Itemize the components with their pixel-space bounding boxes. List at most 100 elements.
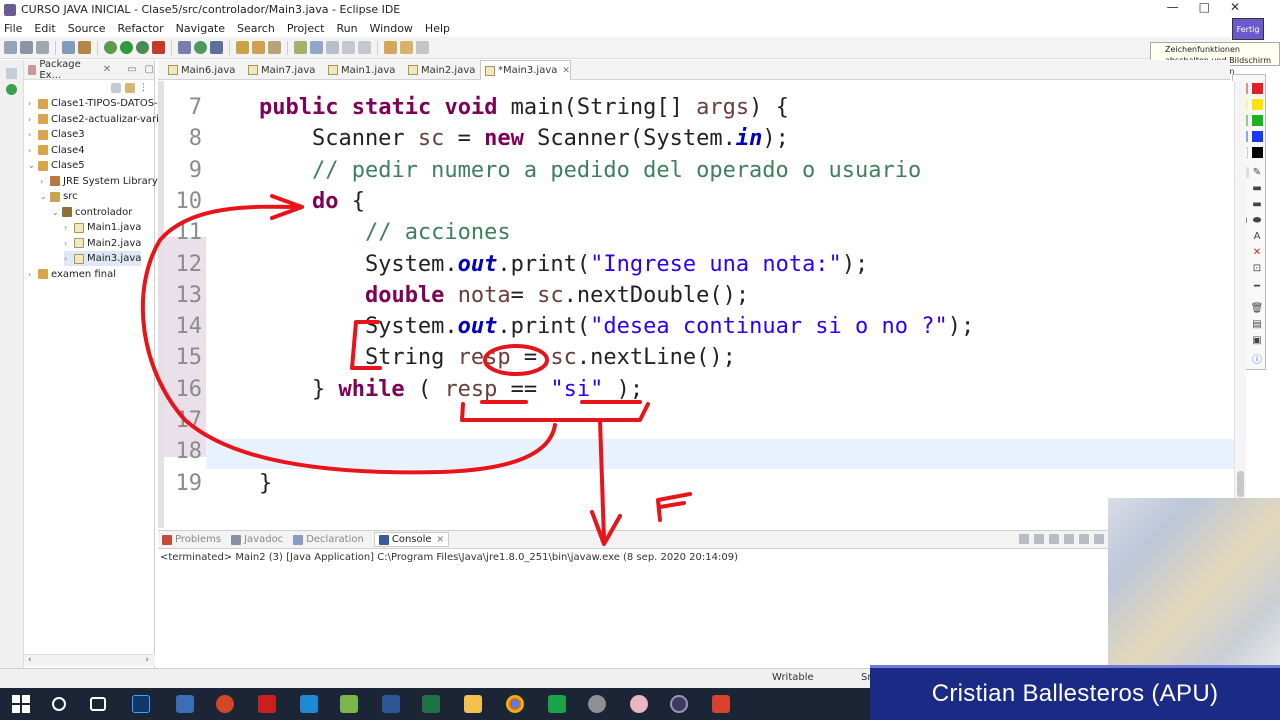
word-wrap-icon[interactable] [1079,534,1089,544]
new-package-icon[interactable] [194,41,207,54]
bottom-tab[interactable]: Declaration [293,534,364,545]
code-line[interactable]: public static void main(String[] args) { [206,95,789,120]
chevron-right-icon[interactable]: › [64,254,72,263]
toggle-mark-icon[interactable] [294,41,307,54]
excel-icon[interactable] [422,695,440,713]
package-explorer-hscrollbar[interactable]: ‹ › [24,654,155,666]
tree-item[interactable]: › Clase3 [28,127,85,142]
coverage-icon[interactable] [136,41,149,54]
close-button[interactable]: ✕ [1230,0,1240,14]
color-green-swatch[interactable] [1252,115,1263,126]
menu-project[interactable]: Project [287,22,325,35]
code-line[interactable]: } [206,471,272,496]
remove-launch-icon[interactable] [1034,534,1044,544]
photoshop-icon[interactable] [132,695,150,713]
word-icon[interactable] [382,695,400,713]
collapse-all-icon[interactable] [111,83,121,93]
tree-item[interactable]: › Clase2-actualizar-varia [28,112,165,127]
new-icon[interactable] [4,41,17,54]
chevron-right-icon[interactable]: › [40,177,48,186]
editor-tab[interactable]: Main2.java [404,60,475,80]
text-tool-icon[interactable]: A [1250,231,1264,242]
maximize-view-icon[interactable]: ▢ [145,64,154,75]
menu-file[interactable]: File [4,22,22,35]
menu-run[interactable]: Run [336,22,357,35]
app-pink-icon[interactable] [630,695,648,713]
menu-refactor[interactable]: Refactor [118,22,164,35]
tree-item[interactable]: › Clase1-TIPOS-DATOS-' [28,96,161,111]
last-edit-icon[interactable] [384,41,397,54]
menu-search[interactable]: Search [237,22,275,35]
tree-item[interactable]: ⌄ controlador [52,205,132,220]
forward-icon[interactable] [416,41,429,54]
code-line[interactable]: do { [206,189,365,214]
new-java-project-icon[interactable] [178,41,191,54]
file-explorer-icon[interactable] [464,695,482,713]
toggle-block-icon[interactable] [310,41,323,54]
open-task-icon[interactable] [252,41,265,54]
app-red-icon[interactable] [712,695,730,713]
minimize-button[interactable]: — [1167,0,1179,14]
chevron-right-icon[interactable]: › [28,115,36,124]
color-red-swatch[interactable] [1252,83,1263,94]
chevron-right-icon[interactable]: › [28,99,36,108]
new-class-icon[interactable] [210,41,223,54]
console-output[interactable] [158,550,1108,668]
powerpoint-icon[interactable] [216,695,234,713]
vscode-icon[interactable] [300,695,318,713]
color-blue-swatch[interactable] [1252,131,1263,142]
eclipse-taskbar-icon[interactable] [670,695,688,713]
menu-window[interactable]: Window [370,22,413,35]
tree-item[interactable]: › Clase4 [28,143,85,158]
tree-item[interactable]: › examen final [28,267,116,282]
save-all-icon[interactable] [36,41,49,54]
code-line[interactable]: String resp = sc.nextLine(); [206,345,736,370]
run-icon[interactable] [120,41,133,54]
prev-annotation-icon[interactable] [358,41,371,54]
debug-icon[interactable] [104,41,117,54]
code-line[interactable]: } while ( resp == "si" ); [206,377,643,402]
scroll-thumb[interactable] [1237,471,1244,497]
minimize-view-icon[interactable]: ▭ [127,64,136,75]
menu-navigate[interactable]: Navigate [176,22,225,35]
restore-icon[interactable] [6,68,17,79]
code-line[interactable]: System.out.print("Ingrese una nota:"); [206,252,868,277]
bottom-tab[interactable]: Javadoc [231,534,283,545]
save-icon[interactable] [20,41,33,54]
search-icon[interactable] [52,697,66,711]
editor-tab[interactable]: *Main3.java ✕ [480,60,571,80]
tree-item[interactable]: ⌄ src [40,189,78,204]
show-whitespace-icon[interactable] [326,41,339,54]
chevron-right-icon[interactable]: › [64,239,72,248]
windows-start-icon[interactable] [12,695,30,713]
terminal-icon[interactable] [62,41,75,54]
chevron-right-icon[interactable]: › [64,223,72,232]
filled-rectangle-tool-icon[interactable]: ▬ [1250,199,1264,210]
code-line[interactable]: System.out.print("desea continuar si o n… [206,314,974,339]
skip-breakpoints-icon[interactable] [78,41,91,54]
color-yellow-swatch[interactable] [1252,99,1263,110]
code-line[interactable]: // acciones [206,220,511,245]
link-editor-icon[interactable] [125,83,135,93]
clear-icon[interactable]: ▤ [1250,319,1264,330]
camtasia-icon[interactable] [548,695,566,713]
code-line[interactable]: double nota= sc.nextDouble(); [206,283,749,308]
terminate-icon[interactable] [1019,534,1029,544]
chevron-down-icon[interactable]: ⌄ [52,208,60,217]
zoom-out-icon[interactable]: ━ [1250,281,1264,292]
drawing-done-button[interactable]: Fertig [1232,18,1264,40]
pin-console-icon[interactable] [1094,534,1104,544]
trash-icon[interactable]: 🗑 [1250,303,1264,314]
app-green-icon[interactable] [340,695,358,713]
editor-vscrollbar[interactable] [1234,81,1246,528]
color-black-swatch[interactable] [1252,147,1263,158]
close-console-icon[interactable]: ✕ [437,535,445,545]
filled-ellipse-tool-icon[interactable]: ⬬ [1250,215,1264,226]
code-editor[interactable]: 7 public static void main(String[] args)… [158,81,1234,528]
menu-help[interactable]: Help [425,22,450,35]
console-view-icon[interactable] [6,84,17,95]
package-explorer-title[interactable]: Package Ex... [39,59,94,81]
code-line[interactable]: // pedir numero a pedido del operado o u… [206,158,921,183]
menu-edit[interactable]: Edit [34,22,55,35]
bottom-tab[interactable]: Problems [162,534,221,545]
